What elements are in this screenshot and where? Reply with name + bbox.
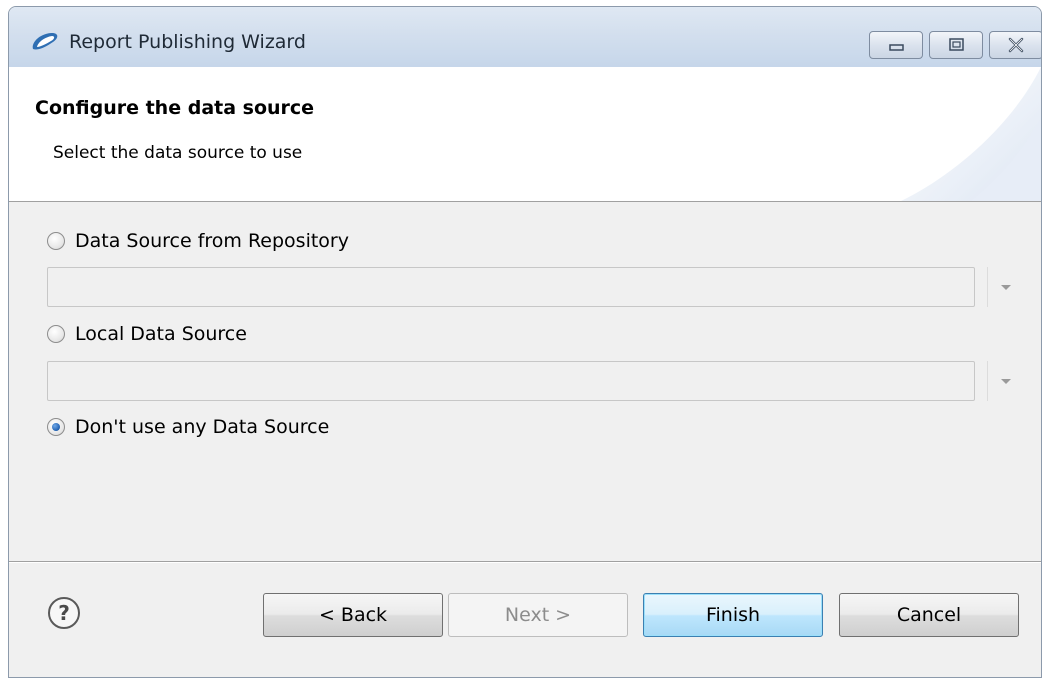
radio-label-local: Local Data Source [75,323,247,345]
repository-data-source-combo[interactable] [47,267,975,307]
radio-none[interactable] [47,418,65,436]
radio-label-none: Don't use any Data Source [75,416,330,438]
svg-text:?: ? [58,601,70,625]
option-none[interactable]: Don't use any Data Source [47,415,329,439]
local-data-source-combo[interactable] [47,361,975,401]
minimize-button[interactable] [869,31,923,59]
wizard-window: Report Publishing Wizard Configure the d… [8,6,1042,678]
header-decoration [901,67,1041,201]
window-title: Report Publishing Wizard [69,31,306,53]
cancel-button[interactable]: Cancel [839,593,1019,637]
wizard-header: Configure the data source Select the dat… [9,67,1041,202]
back-button[interactable]: < Back [263,593,443,637]
local-combo-dropdown-icon[interactable] [987,361,1023,401]
maximize-icon [949,38,964,51]
finish-button[interactable]: Finish [643,593,823,637]
radio-label-repository: Data Source from Repository [75,230,349,252]
button-bar-separator [9,561,1041,563]
next-button[interactable]: Next > [448,593,628,637]
page-description: Select the data source to use [53,143,303,163]
close-button[interactable] [989,31,1041,59]
minimize-icon [889,44,904,51]
option-repository[interactable]: Data Source from Repository [47,229,349,253]
close-icon [1008,37,1024,53]
repository-combo-dropdown-icon[interactable] [987,267,1023,307]
help-icon[interactable]: ? [47,596,81,630]
radio-repository[interactable] [47,232,65,250]
option-local[interactable]: Local Data Source [47,322,247,346]
page-title: Configure the data source [35,97,315,119]
app-logo-icon [32,32,58,50]
title-bar[interactable]: Report Publishing Wizard [9,7,1041,67]
maximize-button[interactable] [929,31,983,59]
radio-local[interactable] [47,325,65,343]
